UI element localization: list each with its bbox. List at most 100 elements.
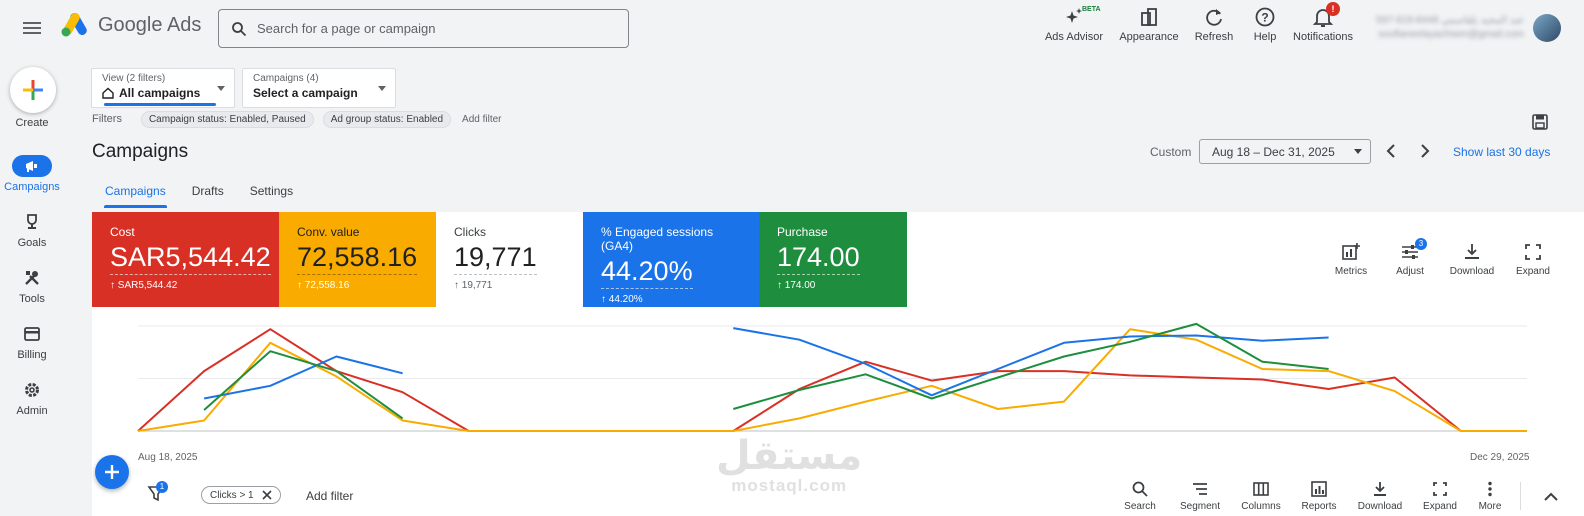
filters-label: Filters — [92, 113, 122, 125]
appearance-label: Appearance — [1119, 31, 1179, 43]
metric-compare: 19,771 — [461, 280, 493, 291]
help-label: Help — [1253, 31, 1277, 43]
rail-item-goals[interactable]: Goals — [0, 211, 64, 249]
account-info[interactable]: 597-919-8448 عبد المجيد بلقاسمي soufiane… — [1376, 14, 1524, 42]
filter-chip-clicks[interactable]: Clicks > 1 — [201, 486, 281, 504]
date-range-picker[interactable]: Aug 18 – Dec 31, 2025 — [1199, 139, 1371, 164]
chevron-right-icon[interactable] — [1415, 142, 1433, 160]
search-box[interactable] — [218, 9, 629, 48]
more-icon — [1488, 481, 1492, 497]
account-id: 597-919-8448 عبد المجيد بلقاسمي — [1376, 15, 1524, 26]
metric-compare: 174.00 — [784, 280, 816, 291]
arrow-up-icon: ↑ — [454, 280, 462, 291]
filter-chip-campaign-status[interactable]: Campaign status: Enabled, Paused — [140, 110, 314, 128]
expand-button[interactable]: Expand — [1503, 242, 1563, 277]
reports-label: Reports — [1301, 501, 1337, 512]
create-button[interactable] — [10, 67, 56, 113]
download-icon — [1374, 482, 1386, 496]
rail-item-tools[interactable]: Tools — [0, 267, 64, 305]
series-line-cost — [137, 328, 1527, 432]
date-range-type: Custom — [1150, 145, 1192, 159]
more-button[interactable]: More — [1462, 480, 1518, 512]
view-selector[interactable]: View (2 filters) All campaigns — [91, 68, 235, 108]
metric-value: SAR5,544.42 — [110, 242, 271, 275]
search-input[interactable] — [257, 21, 597, 36]
arrow-up-icon: ↑ — [601, 294, 609, 305]
view-selector-value: All campaigns — [119, 86, 201, 100]
show-last-30-days-link[interactable]: Show last 30 days — [1453, 145, 1550, 159]
columns-button[interactable]: Columns — [1233, 480, 1289, 512]
metric-compare: SAR5,544.42 — [117, 280, 178, 291]
rail-item-label: Campaigns — [4, 181, 60, 193]
rail-item-admin[interactable]: Admin — [0, 379, 64, 417]
chevron-left-icon[interactable] — [1383, 142, 1401, 160]
filter-chip-text: Clicks > 1 — [210, 489, 254, 501]
campaign-selector-caption: Campaigns (4) — [253, 73, 319, 84]
menu-icon[interactable] — [22, 18, 42, 38]
beta-badge: BETA — [1082, 6, 1101, 13]
reports-icon — [1311, 481, 1327, 497]
metric-tile-cost[interactable]: Cost SAR5,544.42 ↑ SAR5,544.42 — [92, 212, 279, 307]
rail-item-billing[interactable]: Billing — [0, 323, 64, 361]
view-selector-caption: View (2 filters) — [102, 73, 166, 84]
metric-name: Cost — [110, 225, 135, 239]
ads-advisor-label: Ads Advisor — [1044, 31, 1104, 43]
save-icon[interactable] — [1531, 113, 1549, 131]
google-ads-logo[interactable]: Google Ads — [60, 12, 201, 38]
arrow-up-icon: ↑ — [297, 280, 305, 291]
download-button[interactable]: Download — [1442, 242, 1502, 277]
series-line-conv-value — [137, 328, 1527, 432]
segment-icon — [1193, 483, 1207, 495]
metrics-label: Metrics — [1334, 266, 1368, 277]
tab-campaigns[interactable]: Campaigns — [92, 180, 179, 208]
metric-tile-purchase[interactable]: Purchase 174.00 ↑ 174.00 — [759, 212, 907, 307]
card-icon — [24, 327, 40, 341]
plus-icon — [105, 465, 119, 479]
notifications-label: Notifications — [1293, 31, 1353, 43]
series-line-purchase — [203, 322, 1329, 420]
filter-count-badge: 1 — [156, 481, 168, 493]
close-icon[interactable] — [262, 490, 272, 500]
reports-button[interactable]: Reports — [1291, 480, 1347, 512]
metric-value: 19,771 — [454, 242, 537, 275]
chevron-up-icon[interactable] — [1542, 488, 1560, 506]
rail-item-label: Billing — [17, 349, 47, 361]
add-fab-button[interactable] — [95, 455, 129, 489]
notifications-button[interactable]: ! Notifications — [1282, 2, 1364, 43]
metric-tile-conv-value[interactable]: Conv. value 72,558.16 ↑ 72,558.16 — [279, 212, 436, 307]
megaphone-icon — [26, 161, 37, 172]
x-axis-end-label: Dec 29, 2025 — [1470, 452, 1530, 463]
metric-tile-engaged-sessions[interactable]: % Engaged sessions (GA4) 44.20% ↑ 44.20% — [583, 212, 759, 307]
metric-name: Conv. value — [297, 225, 360, 239]
avatar[interactable] — [1533, 14, 1561, 42]
add-filter-link[interactable]: Add filter — [462, 114, 501, 125]
filter-chip-ad-group-status[interactable]: Ad group status: Enabled — [322, 110, 452, 128]
adjust-button[interactable]: 3 Adjust — [1380, 238, 1440, 277]
add-filter-button[interactable]: Add filter — [306, 489, 353, 503]
rail-item-label: Admin — [16, 405, 48, 417]
table-expand-button[interactable]: Expand — [1412, 480, 1468, 512]
arrow-up-icon: ↑ — [777, 280, 785, 291]
segment-button[interactable]: Segment — [1172, 480, 1228, 512]
ads-advisor-button[interactable]: BETA Ads Advisor — [1033, 6, 1115, 43]
plus-icon — [23, 80, 43, 100]
metric-name: Clicks — [454, 225, 486, 239]
table-search-button[interactable]: Search — [1112, 480, 1168, 512]
campaign-selector[interactable]: Campaigns (4) Select a campaign — [242, 68, 396, 108]
tab-bar: Campaigns Drafts Settings — [92, 180, 306, 208]
expand-label: Expand — [1516, 266, 1550, 277]
chevron-down-icon — [217, 86, 225, 91]
arrow-up-icon: ↑ — [110, 280, 118, 291]
metric-tile-clicks[interactable]: Clicks 19,771 ↑ 19,771 — [436, 212, 583, 307]
columns-label: Columns — [1241, 501, 1281, 512]
svg-text:?: ? — [1261, 11, 1268, 25]
series-line-engaged-sessions-ga4 — [203, 327, 1329, 400]
tab-settings[interactable]: Settings — [237, 180, 306, 208]
metrics-button[interactable]: Metrics — [1321, 242, 1381, 277]
table-download-button[interactable]: Download — [1352, 480, 1408, 512]
filters-bar: Filters Campaign status: Enabled, Paused… — [92, 110, 502, 128]
tab-drafts[interactable]: Drafts — [179, 180, 237, 208]
rail-item-campaigns[interactable]: Campaigns — [0, 155, 64, 193]
metric-compare: 44.20% — [608, 294, 643, 305]
search-icon — [1132, 481, 1148, 497]
